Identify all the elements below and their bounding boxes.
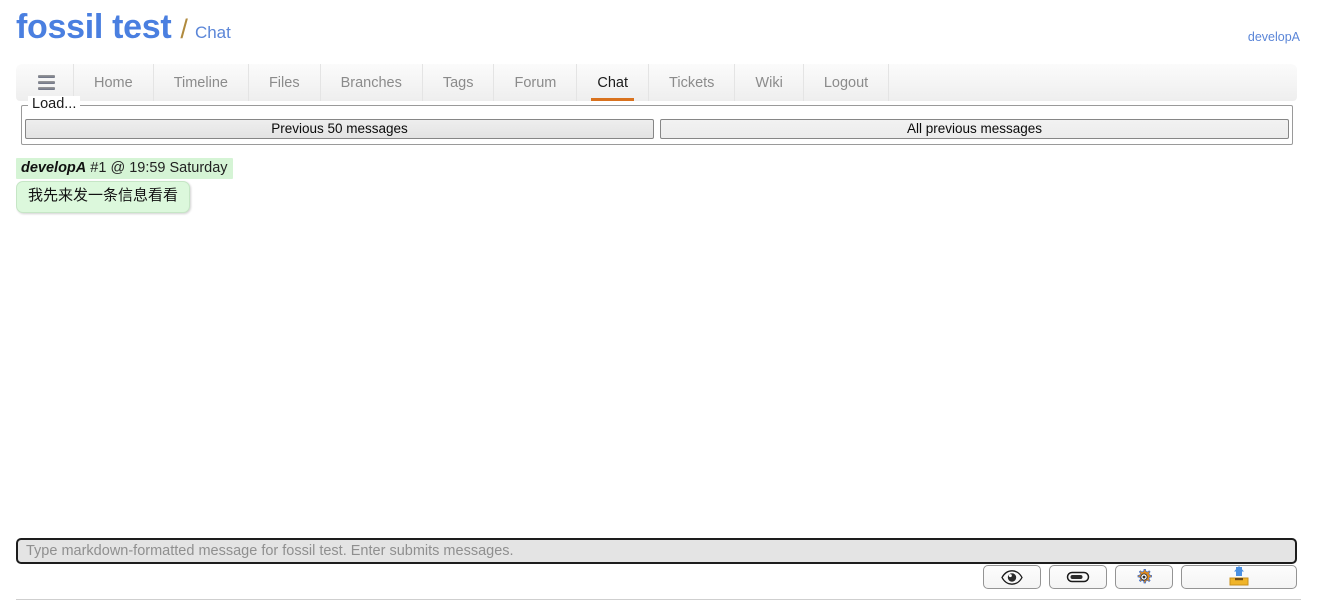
nav-item-timeline[interactable]: Timeline bbox=[152, 64, 248, 101]
gear-icon bbox=[1137, 569, 1152, 584]
eye-icon bbox=[1001, 569, 1023, 585]
nav-item-label: Branches bbox=[340, 74, 402, 91]
preview-button[interactable] bbox=[983, 565, 1041, 589]
nav-item-tickets[interactable]: Tickets bbox=[648, 64, 734, 101]
nav-item-home[interactable]: Home bbox=[73, 64, 153, 101]
nav-item-label: Tags bbox=[442, 74, 474, 91]
chat-toolbar bbox=[983, 565, 1297, 589]
chat-message-header: developA #1 @ 19:59 Saturday bbox=[16, 158, 233, 179]
nav-item-chat[interactable]: Chat bbox=[576, 64, 648, 101]
chat-transcript[interactable]: developA #1 @ 19:59 Saturday 我先来发一条信息看看 bbox=[16, 158, 1297, 535]
load-panel-legend: Load... bbox=[28, 96, 81, 112]
nav-item-logout[interactable]: Logout bbox=[802, 64, 888, 101]
load-all-previous-button[interactable]: All previous messages bbox=[660, 119, 1289, 139]
footer-divider bbox=[16, 599, 1301, 600]
breadcrumb-current: Chat bbox=[194, 23, 231, 42]
nav-item-label: Timeline bbox=[173, 74, 228, 91]
upload-button[interactable] bbox=[1181, 565, 1297, 589]
attach-button[interactable] bbox=[1049, 565, 1107, 589]
nav-item-label: Wiki bbox=[755, 74, 783, 91]
current-user-link[interactable]: developA bbox=[1248, 30, 1300, 44]
settings-button[interactable] bbox=[1115, 565, 1173, 589]
chat-page: fossil test / Chat developA Home Timelin… bbox=[0, 0, 1317, 610]
hamburger-icon bbox=[38, 72, 55, 93]
paperclip-icon bbox=[1066, 571, 1090, 583]
chat-message-body: 我先来发一条信息看看 bbox=[16, 181, 191, 213]
chat-message-author[interactable]: developA bbox=[21, 160, 86, 176]
breadcrumb-separator: / bbox=[180, 14, 188, 44]
nav-item-label: Logout bbox=[823, 74, 869, 91]
load-buttons-row: Previous 50 messages All previous messag… bbox=[25, 119, 1289, 139]
main-navigation: Home Timeline Files Branches Tags Forum … bbox=[16, 64, 1297, 101]
nav-item-label: Chat bbox=[597, 74, 629, 91]
chat-message-timestamp: #1 @ 19:59 Saturday bbox=[90, 160, 228, 176]
nav-item-files[interactable]: Files bbox=[247, 64, 320, 101]
page-header: fossil test / Chat bbox=[16, 8, 231, 47]
nav-item-label: Forum bbox=[514, 74, 557, 91]
nav-item-label: Tickets bbox=[669, 74, 715, 91]
upload-icon bbox=[1229, 566, 1249, 586]
nav-item-forum[interactable]: Forum bbox=[493, 64, 576, 101]
chat-message-input[interactable] bbox=[16, 538, 1297, 564]
nav-item-tags[interactable]: Tags bbox=[421, 64, 494, 101]
chat-message: developA #1 @ 19:59 Saturday 我先来发一条信息看看 bbox=[16, 158, 1297, 213]
nav-item-branches[interactable]: Branches bbox=[319, 64, 422, 101]
nav-spacer bbox=[888, 64, 1297, 101]
load-previous-50-button[interactable]: Previous 50 messages bbox=[25, 119, 654, 139]
nav-item-label: Home bbox=[94, 74, 133, 91]
page-title: fossil test bbox=[16, 8, 172, 46]
load-messages-panel: Load... Previous 50 messages All previou… bbox=[21, 96, 1293, 145]
nav-item-label: Files bbox=[268, 74, 300, 91]
nav-item-wiki[interactable]: Wiki bbox=[734, 64, 802, 101]
